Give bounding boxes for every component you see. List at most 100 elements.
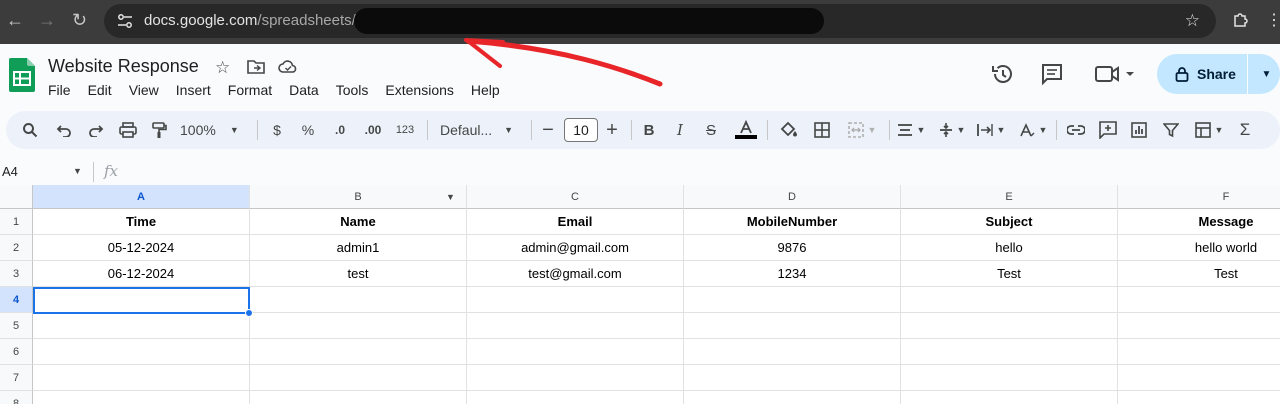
cell-e5[interactable] bbox=[901, 313, 1118, 339]
select-all-corner[interactable] bbox=[0, 185, 33, 209]
cell-d2[interactable]: 9876 bbox=[684, 235, 901, 261]
zoom-select[interactable]: 100% ▼ bbox=[180, 111, 250, 149]
row-header-7[interactable]: 7 bbox=[0, 365, 33, 391]
cell-b1[interactable]: Name bbox=[250, 209, 467, 235]
menu-view[interactable]: View bbox=[129, 82, 159, 100]
row-header-6[interactable]: 6 bbox=[0, 339, 33, 365]
cell-c1[interactable]: Email bbox=[467, 209, 684, 235]
cell-f1[interactable]: Message bbox=[1118, 209, 1280, 235]
cell-b4[interactable] bbox=[250, 287, 467, 313]
cell-c8[interactable] bbox=[467, 391, 684, 404]
cell-e2[interactable]: hello bbox=[901, 235, 1118, 261]
browser-menu-icon[interactable]: ⋮ bbox=[1266, 10, 1280, 30]
vertical-align-icon[interactable]: ▼ bbox=[935, 111, 969, 149]
cell-e8[interactable] bbox=[901, 391, 1118, 404]
search-menus-icon[interactable] bbox=[18, 111, 42, 149]
filter-icon[interactable] bbox=[1159, 111, 1183, 149]
cell-e1[interactable]: Subject bbox=[901, 209, 1118, 235]
insert-comment-icon[interactable] bbox=[1096, 111, 1120, 149]
decrease-decimal-button[interactable]: .0 bbox=[328, 111, 352, 149]
italic-icon[interactable]: I bbox=[671, 111, 689, 149]
cell-b5[interactable] bbox=[250, 313, 467, 339]
menu-help[interactable]: Help bbox=[471, 82, 500, 100]
column-header-c[interactable]: C bbox=[467, 185, 684, 209]
column-b-dropdown-icon[interactable]: ▼ bbox=[446, 192, 455, 202]
forward-icon[interactable]: → bbox=[38, 10, 56, 30]
cell-f2[interactable]: hello world bbox=[1118, 235, 1280, 261]
extensions-icon[interactable] bbox=[1232, 10, 1250, 28]
cell-a7[interactable] bbox=[33, 365, 250, 391]
site-settings-icon[interactable] bbox=[116, 12, 134, 30]
decrease-font-size-icon[interactable]: − bbox=[539, 111, 557, 149]
cell-e3[interactable]: Test bbox=[901, 261, 1118, 287]
paint-format-icon[interactable] bbox=[147, 111, 171, 149]
cell-a2[interactable]: 05-12-2024 bbox=[33, 235, 250, 261]
row-header-2[interactable]: 2 bbox=[0, 235, 33, 261]
menu-insert[interactable]: Insert bbox=[176, 82, 211, 100]
cell-f7[interactable] bbox=[1118, 365, 1280, 391]
redo-icon[interactable] bbox=[84, 111, 108, 149]
cell-b7[interactable] bbox=[250, 365, 467, 391]
cell-c7[interactable] bbox=[467, 365, 684, 391]
cell-d5[interactable] bbox=[684, 313, 901, 339]
address-bar[interactable]: docs.google.com/spreadsheets/d/ ☆ bbox=[104, 4, 1216, 38]
text-color-icon[interactable] bbox=[734, 111, 758, 149]
column-header-e[interactable]: E bbox=[901, 185, 1118, 209]
cell-b8[interactable] bbox=[250, 391, 467, 404]
bold-icon[interactable]: B bbox=[640, 111, 658, 149]
share-dropdown-icon[interactable]: ▼ bbox=[1253, 54, 1280, 94]
row-header-3[interactable]: 3 bbox=[0, 261, 33, 287]
cell-d1[interactable]: MobileNumber bbox=[684, 209, 901, 235]
cell-c5[interactable] bbox=[467, 313, 684, 339]
menu-file[interactable]: File bbox=[48, 82, 71, 100]
cell-c3[interactable]: test@gmail.com bbox=[467, 261, 684, 287]
cell-c6[interactable] bbox=[467, 339, 684, 365]
cell-f4[interactable] bbox=[1118, 287, 1280, 313]
column-header-b[interactable]: B bbox=[250, 185, 467, 209]
menu-edit[interactable]: Edit bbox=[88, 82, 112, 100]
menu-extensions[interactable]: Extensions bbox=[385, 82, 453, 100]
cell-d7[interactable] bbox=[684, 365, 901, 391]
insert-chart-icon[interactable] bbox=[1127, 111, 1151, 149]
percent-format-button[interactable]: % bbox=[299, 111, 317, 149]
cell-b6[interactable] bbox=[250, 339, 467, 365]
share-main-button[interactable]: Share bbox=[1157, 54, 1247, 94]
strikethrough-icon[interactable]: S bbox=[702, 111, 720, 149]
cell-f6[interactable] bbox=[1118, 339, 1280, 365]
cell-a5[interactable] bbox=[33, 313, 250, 339]
row-header-1[interactable]: 1 bbox=[0, 209, 33, 235]
meet-video-icon[interactable] bbox=[1093, 62, 1137, 86]
move-folder-icon[interactable] bbox=[246, 58, 266, 76]
filter-views-icon[interactable]: ▼ bbox=[1190, 111, 1228, 149]
text-rotation-icon[interactable]: ▼ bbox=[1016, 111, 1050, 149]
reload-icon[interactable]: ↻ bbox=[72, 10, 87, 30]
cell-f3[interactable]: Test bbox=[1118, 261, 1280, 287]
star-icon[interactable]: ☆ bbox=[215, 58, 235, 77]
horizontal-align-icon[interactable]: ▼ bbox=[894, 111, 928, 149]
version-history-icon[interactable] bbox=[989, 62, 1015, 86]
cell-b3[interactable]: test bbox=[250, 261, 467, 287]
cloud-saved-icon[interactable] bbox=[278, 58, 298, 76]
functions-icon[interactable]: Σ bbox=[1236, 111, 1254, 149]
number-format-button[interactable]: 123 bbox=[393, 111, 417, 149]
cell-a6[interactable] bbox=[33, 339, 250, 365]
cell-f5[interactable] bbox=[1118, 313, 1280, 339]
cell-d3[interactable]: 1234 bbox=[684, 261, 901, 287]
cell-e7[interactable] bbox=[901, 365, 1118, 391]
row-header-4[interactable]: 4 bbox=[0, 287, 33, 313]
formula-input[interactable] bbox=[130, 160, 1270, 182]
currency-format-button[interactable]: $ bbox=[268, 111, 286, 149]
cell-c4[interactable] bbox=[467, 287, 684, 313]
increase-decimal-button[interactable]: .00 bbox=[359, 111, 387, 149]
bookmark-star-icon[interactable]: ☆ bbox=[1185, 11, 1200, 31]
cell-b2[interactable]: admin1 bbox=[250, 235, 467, 261]
cell-a1[interactable]: Time bbox=[33, 209, 250, 235]
cell-a8[interactable] bbox=[33, 391, 250, 404]
cell-e6[interactable] bbox=[901, 339, 1118, 365]
menu-format[interactable]: Format bbox=[228, 82, 272, 100]
comments-icon[interactable] bbox=[1039, 62, 1065, 86]
fill-handle[interactable] bbox=[245, 309, 253, 317]
column-header-d[interactable]: D bbox=[684, 185, 901, 209]
document-title[interactable]: Website Response bbox=[48, 56, 199, 77]
menu-tools[interactable]: Tools bbox=[336, 82, 369, 100]
